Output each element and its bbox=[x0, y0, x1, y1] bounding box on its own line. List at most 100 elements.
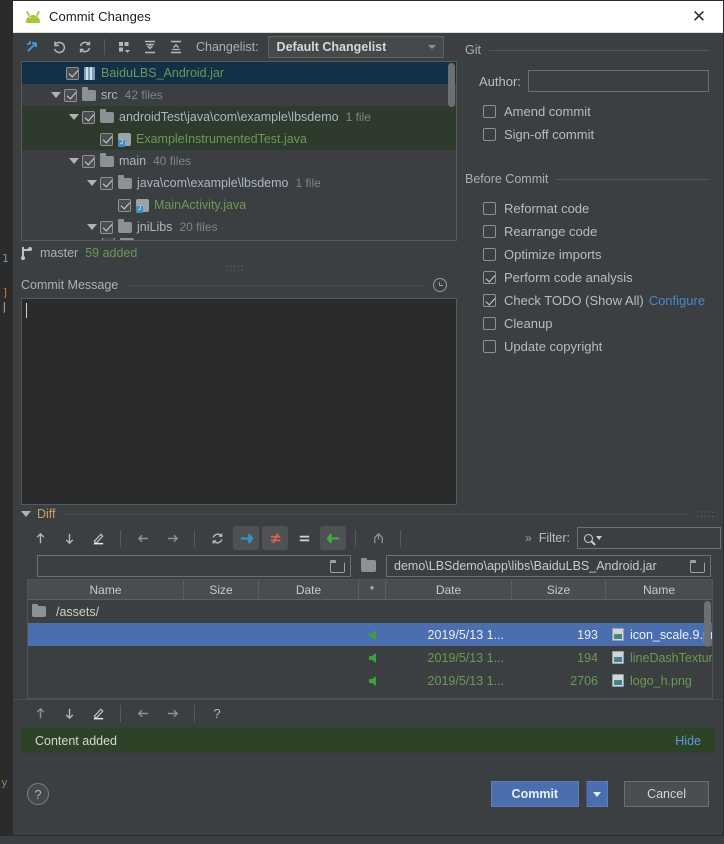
help-icon[interactable]: ? bbox=[204, 702, 230, 726]
row-size: 2706 bbox=[570, 673, 598, 688]
sign-off-commit-checkbox[interactable]: Sign-off commit bbox=[457, 123, 723, 146]
apply-right-icon[interactable] bbox=[159, 526, 185, 550]
row-checkbox[interactable] bbox=[82, 110, 95, 124]
refresh-icon[interactable] bbox=[73, 36, 97, 58]
column-header-name-left[interactable]: Name bbox=[28, 580, 184, 599]
twisty-toggle[interactable] bbox=[48, 92, 64, 98]
column-header-name-right[interactable]: Name bbox=[606, 580, 712, 599]
checkbox-box bbox=[483, 225, 496, 238]
row-checkbox[interactable] bbox=[100, 176, 113, 190]
column-header-size-right[interactable]: Size bbox=[512, 580, 606, 599]
column-header-marker[interactable]: * bbox=[359, 580, 386, 599]
revert-icon[interactable] bbox=[47, 36, 71, 58]
table-row[interactable]: 2019/5/13 1... 194 lineDashTexture.... bbox=[28, 646, 712, 669]
open-folder-icon[interactable] bbox=[690, 560, 705, 573]
help-button[interactable]: ? bbox=[27, 783, 49, 805]
column-header-date-right[interactable]: Date bbox=[386, 580, 512, 599]
row-checkbox[interactable] bbox=[66, 66, 79, 80]
tree-row[interactable]: src 42 files bbox=[22, 84, 456, 106]
refresh-icon[interactable] bbox=[204, 526, 230, 550]
filter-input[interactable] bbox=[577, 527, 721, 549]
previous-difference-icon[interactable] bbox=[27, 526, 53, 550]
changed-files-tree[interactable]: BaiduLBS_Android.jar src 42 files androi bbox=[21, 61, 457, 241]
table-row[interactable]: 2019/5/13 1... 2706 logo_h.png bbox=[28, 669, 712, 692]
synchronize-scroll-icon[interactable] bbox=[365, 526, 391, 550]
diff-file-table[interactable]: Name Size Date * Date Size Name /assets/ bbox=[27, 579, 713, 699]
commit-dropdown-button[interactable] bbox=[586, 781, 609, 807]
triangle-down-icon[interactable] bbox=[21, 511, 31, 517]
author-field[interactable] bbox=[527, 70, 709, 92]
tree-row[interactable]: BaiduLBS_Android.jar bbox=[22, 62, 456, 84]
close-icon[interactable]: ✕ bbox=[681, 2, 717, 32]
twisty-toggle[interactable] bbox=[66, 158, 82, 164]
next-difference-icon[interactable] bbox=[56, 702, 82, 726]
chevron-double-right-icon[interactable]: » bbox=[525, 531, 532, 545]
configure-link[interactable]: Configure bbox=[649, 293, 705, 308]
apply-left-icon[interactable] bbox=[130, 702, 156, 726]
show-inserted-icon[interactable] bbox=[233, 526, 259, 550]
jar-icon bbox=[84, 66, 95, 80]
commit-message-input[interactable] bbox=[21, 298, 457, 505]
edit-source-icon[interactable] bbox=[85, 526, 111, 550]
tree-row[interactable]: androidTest\java\com\example\lbsdemo 1 f… bbox=[22, 106, 456, 128]
tree-row[interactable]: main 40 files bbox=[22, 150, 456, 172]
apply-left-icon[interactable] bbox=[130, 526, 156, 550]
apply-right-icon[interactable] bbox=[159, 702, 185, 726]
tree-row[interactable]: jniLibs 20 files bbox=[22, 216, 456, 238]
left-path-field[interactable] bbox=[37, 555, 351, 577]
collapse-all-icon[interactable] bbox=[164, 36, 188, 58]
cancel-button[interactable]: Cancel bbox=[624, 781, 709, 807]
show-equal-icon[interactable] bbox=[291, 526, 317, 550]
table-row[interactable]: 2019/5/13 1... 193 icon_scale.9.png bbox=[28, 623, 712, 646]
twisty-toggle[interactable] bbox=[84, 224, 100, 230]
twisty-toggle[interactable] bbox=[66, 114, 82, 120]
previous-difference-icon[interactable] bbox=[27, 702, 53, 726]
group-name: /assets/ bbox=[56, 604, 100, 619]
dialog-titlebar: Commit Changes ✕ bbox=[13, 1, 723, 33]
column-header-date-left[interactable]: Date bbox=[259, 580, 359, 599]
rearrange-code-checkbox[interactable]: Rearrange code bbox=[457, 220, 723, 243]
splitter-grip[interactable]: ::::: bbox=[696, 509, 715, 520]
move-to-changelist-icon[interactable] bbox=[21, 36, 45, 58]
column-header-size-left[interactable]: Size bbox=[184, 580, 259, 599]
row-checkbox[interactable] bbox=[100, 220, 113, 234]
diff-section-header[interactable]: Diff ::::: bbox=[13, 505, 723, 523]
optimize-imports-checkbox[interactable]: Optimize imports bbox=[457, 243, 723, 266]
row-checkbox[interactable] bbox=[64, 88, 77, 102]
changelist-combo[interactable]: Default Changelist bbox=[267, 36, 444, 58]
commit-button[interactable]: Commit bbox=[490, 781, 580, 807]
group-by-icon[interactable] bbox=[112, 36, 136, 58]
cleanup-checkbox[interactable]: Cleanup bbox=[457, 312, 723, 335]
splitter-grip[interactable]: ::::: bbox=[13, 264, 457, 275]
tree-row[interactable]: ExampleInstrumentedTest.java bbox=[22, 128, 456, 150]
tree-row-partial[interactable] bbox=[22, 238, 456, 240]
reformat-code-checkbox[interactable]: Reformat code bbox=[457, 197, 723, 220]
row-checkbox[interactable] bbox=[102, 238, 115, 240]
perform-code-analysis-checkbox[interactable]: Perform code analysis bbox=[457, 266, 723, 289]
folder-icon bbox=[82, 87, 96, 101]
show-modified-icon[interactable] bbox=[262, 526, 288, 550]
twisty-toggle[interactable] bbox=[84, 180, 100, 186]
open-folder-icon[interactable] bbox=[330, 560, 345, 573]
row-checkbox[interactable] bbox=[118, 198, 131, 212]
row-checkbox[interactable] bbox=[82, 154, 95, 168]
table-scrollbar[interactable] bbox=[704, 601, 711, 647]
row-checkbox[interactable] bbox=[100, 132, 113, 146]
next-difference-icon[interactable] bbox=[56, 526, 82, 550]
tree-row[interactable]: MainActivity.java bbox=[22, 194, 456, 216]
table-row-group[interactable]: /assets/ bbox=[28, 600, 712, 623]
toolbar-separator bbox=[355, 529, 356, 547]
clock-history-icon[interactable] bbox=[433, 278, 447, 292]
update-copyright-checkbox[interactable]: Update copyright bbox=[457, 335, 723, 358]
amend-commit-checkbox[interactable]: Amend commit bbox=[457, 100, 723, 123]
edit-source-icon[interactable] bbox=[85, 702, 111, 726]
tree-scrollbar[interactable] bbox=[448, 63, 455, 107]
hide-link[interactable]: Hide bbox=[675, 734, 701, 748]
check-todo-checkbox[interactable]: Check TODO (Show All) Configure bbox=[457, 289, 723, 312]
tree-row[interactable]: java\com\example\lbsdemo 1 file bbox=[22, 172, 456, 194]
right-path-field[interactable]: demo\LBSdemo\app\libs\BaiduLBS_Android.j… bbox=[386, 555, 711, 577]
expand-all-icon[interactable] bbox=[138, 36, 162, 58]
section-rule bbox=[125, 284, 426, 286]
show-deleted-icon[interactable] bbox=[320, 526, 346, 550]
table-row-partial[interactable] bbox=[28, 692, 712, 698]
